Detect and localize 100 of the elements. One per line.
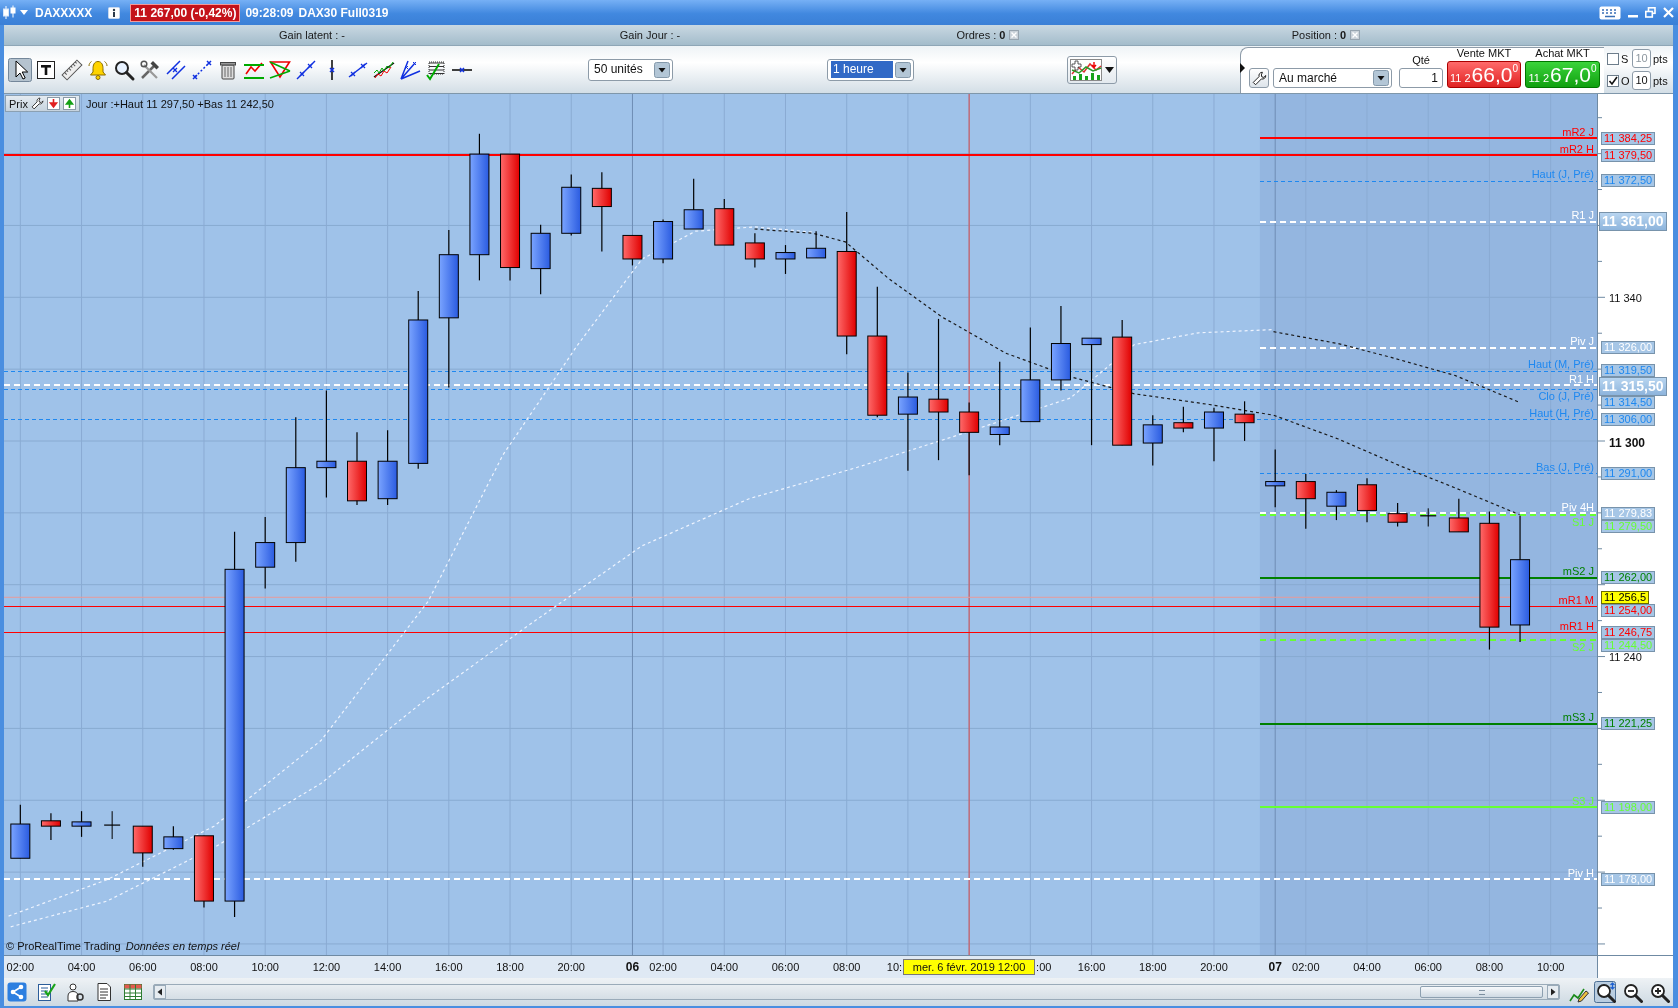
unit-label: pts — [1653, 52, 1668, 65]
keyboard-icon[interactable] — [1599, 5, 1621, 20]
price-level-line: Clo (J, Pré) — [4, 389, 1597, 402]
line-icon[interactable] — [294, 57, 318, 82]
dotted-line-icon[interactable] — [190, 57, 214, 82]
price-tag: 11 319,50 — [1601, 364, 1656, 378]
wrench-icon — [1251, 70, 1267, 86]
time-axis-label: 16:00 — [1077, 961, 1106, 973]
time-axis-label: 10:00 — [1536, 961, 1565, 973]
zoom-in-icon[interactable] — [1648, 981, 1670, 1003]
candle — [561, 173, 582, 237]
horizontal-scrollbar[interactable] — [153, 984, 1560, 1000]
zoom-fit-icon[interactable] — [1594, 981, 1616, 1003]
candle — [1448, 498, 1469, 533]
time-axis-label: 16:00 — [435, 961, 463, 973]
time-axis-label: 04:00 — [710, 961, 739, 973]
candle — [1234, 400, 1255, 442]
person-icon[interactable] — [64, 981, 86, 1003]
day-axis-label: 06 — [625, 961, 640, 973]
price-level-line: R1 H — [4, 372, 1597, 386]
caret-icon[interactable] — [1373, 70, 1389, 86]
candle — [622, 234, 643, 266]
price-axis-label: 11 240 — [1609, 652, 1642, 663]
price-level-line: mR2 J — [1258, 125, 1597, 139]
status-text: Ordres : 0 — [956, 29, 1006, 41]
price-tag: 11 379,50 — [1601, 148, 1656, 162]
candle — [132, 825, 153, 868]
price-tag: 11 291,00 — [1601, 466, 1656, 480]
candlestick-icon[interactable] — [3, 5, 17, 20]
unit-label: pts — [1653, 74, 1668, 87]
time-axis-label: 08:00 — [190, 961, 218, 973]
checkbox[interactable] — [1607, 74, 1619, 87]
price-level-line: S3 J — [1258, 794, 1597, 808]
pointer-icon[interactable] — [8, 57, 32, 82]
units-dropdown[interactable]: 50 unités — [588, 58, 673, 81]
time-axis-label: 04:00 — [1353, 961, 1381, 973]
up-arrow-icon[interactable] — [62, 97, 76, 110]
caret-icon[interactable] — [895, 61, 911, 78]
checklist-icon[interactable] — [35, 981, 57, 1003]
checkbox-label: O — [1621, 74, 1630, 87]
indicator-button[interactable] — [1067, 55, 1117, 84]
status-text: Gain latent : - — [278, 29, 345, 41]
wrench-icon[interactable] — [30, 97, 44, 110]
order-settings-button[interactable] — [1249, 68, 1269, 88]
share-icon[interactable] — [6, 981, 28, 1003]
scroll-right-icon[interactable] — [1547, 985, 1559, 999]
quantity-label: Qté — [1412, 54, 1430, 66]
down-arrow-icon[interactable] — [46, 97, 60, 110]
time-axis-label: 08:00 — [832, 961, 861, 973]
candle — [806, 230, 827, 259]
copyright-text: © ProRealTime Trading — [6, 940, 121, 952]
info-icon[interactable] — [108, 6, 121, 19]
clear-icon[interactable] — [1009, 30, 1020, 40]
candle — [1326, 489, 1347, 521]
price-tag: 11 384,25 — [1601, 131, 1656, 145]
candle — [1387, 502, 1408, 528]
scrollbar-thumb[interactable] — [1420, 986, 1543, 998]
candle — [103, 810, 121, 840]
status-text: Gain Jour : - — [619, 29, 681, 41]
price-level-line: mS3 J — [1258, 711, 1597, 725]
order-type-dropdown[interactable]: Au marché — [1273, 68, 1392, 88]
cursor-date-tag: mer. 6 févr. 2019 12:00 — [903, 959, 1036, 975]
price-tag: 11 372,50 — [1601, 174, 1656, 187]
clear-icon[interactable] — [1350, 30, 1361, 40]
price-tag: 11 315,50 — [1599, 377, 1667, 397]
contract-name: DAX30 Full0319 — [298, 5, 389, 20]
legend-text: Jour :+Haut 11 297,50 +Bas 11 242,50 — [85, 97, 274, 110]
timeframe-dropdown[interactable]: 1 heure — [827, 58, 914, 81]
time-axis-label: 12:00 — [312, 961, 341, 973]
scroll-left-icon[interactable] — [154, 985, 166, 999]
buy-label: Achat MKT — [1535, 47, 1590, 59]
candle — [71, 810, 92, 838]
price-level-line: Piv 4H — [1258, 500, 1597, 514]
time-axis-label: 02:00 — [1292, 961, 1320, 973]
caret-icon[interactable] — [1105, 66, 1114, 73]
time-axis-label: 18:00 — [496, 961, 524, 973]
candle — [1357, 477, 1377, 523]
quantity-field[interactable]: 1 — [1399, 68, 1443, 88]
time-axis-label: 20:00 — [557, 961, 585, 973]
price-level-line: R1 J — [1258, 209, 1597, 223]
time-axis-label: 18:00 — [1139, 961, 1167, 973]
price-level-line: Piv H — [4, 866, 1597, 880]
parallel-lines-icon[interactable] — [164, 57, 188, 82]
price-level-line: S2 J — [1258, 639, 1597, 654]
points-field[interactable]: 10 — [1632, 71, 1651, 90]
close-icon[interactable] — [1663, 7, 1674, 18]
candle — [40, 812, 61, 841]
day-axis-label: 07 — [1268, 961, 1282, 973]
zoom-out-icon[interactable] — [1621, 981, 1643, 1003]
candle — [163, 825, 184, 851]
table-icon[interactable] — [122, 981, 144, 1003]
instrument-name[interactable]: DAXXXXX — [35, 5, 93, 20]
data-feed-text: Données en temps réel — [125, 940, 240, 952]
expand-arrow-icon[interactable] — [1240, 63, 1245, 73]
price-tag: 11 221,25 — [1601, 717, 1656, 731]
restore-icon[interactable] — [1645, 7, 1656, 18]
caret-icon[interactable] — [654, 61, 670, 78]
price-level-line: Bas (J, Pré) — [1259, 460, 1597, 474]
candle — [10, 804, 31, 859]
time-axis-label: 14:00 — [373, 961, 402, 973]
